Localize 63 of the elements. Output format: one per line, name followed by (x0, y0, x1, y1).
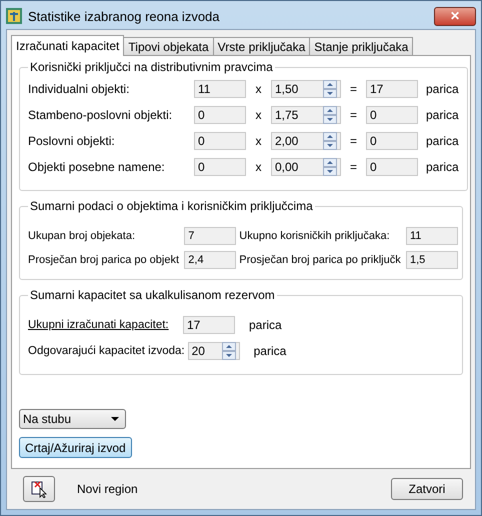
close-dialog-button[interactable]: Zatvori (391, 478, 463, 500)
spin-arrows-icon[interactable] (323, 132, 337, 150)
unit-label: parica (426, 108, 459, 122)
unit-label: parica (254, 344, 286, 358)
spin-arrows-icon[interactable] (222, 342, 236, 360)
field-label: Prosječan broj parica po objekt (28, 254, 180, 266)
tab[interactable]: Tipovi objekata (123, 37, 214, 55)
result-field: 0 (366, 132, 418, 150)
field-label: Stambeno-poslovni objekti: (28, 108, 174, 122)
new-region-button[interactable] (23, 476, 55, 502)
dropdown-arrow-icon (111, 417, 119, 421)
count-field: 11 (194, 80, 246, 98)
value-field: 2,4 (184, 251, 236, 269)
equals-sign: = (348, 108, 358, 122)
tab[interactable]: Izračunati kapacitet (11, 35, 124, 56)
field-label: Ukupan broj objekata: (28, 230, 136, 242)
field-label: Ukupni izračunati kapacitet: (28, 319, 170, 331)
capacity-field: 17 (183, 316, 235, 334)
factor-spinner[interactable]: 2,00 (271, 132, 341, 150)
multiply-sign: x (254, 82, 262, 96)
dropdown[interactable]: Na stubu (19, 409, 126, 429)
tab[interactable]: Stanje priključaka (309, 37, 414, 55)
spin-arrows-icon[interactable] (323, 158, 337, 176)
app-icon (6, 8, 22, 24)
multiply-sign: x (254, 134, 262, 148)
tab[interactable]: Vrste priključaka (212, 37, 310, 55)
count-field: 0 (194, 106, 246, 124)
count-field: 0 (194, 158, 246, 176)
field-label: Ukupno korisničkih priključaka: (239, 230, 391, 242)
value-field: 7 (184, 227, 236, 245)
field-label: Prosječan broj parica po priključk (239, 254, 402, 266)
window-title: Statistike izabranog reona izvoda (28, 8, 221, 24)
unit-label: parica (249, 318, 282, 332)
draw-button[interactable]: Crtaj/Ažuriraj izvod (19, 437, 132, 458)
cursor-icon (30, 480, 48, 498)
multiply-sign: x (254, 160, 262, 174)
equals-sign: = (348, 160, 358, 174)
spin-arrows-icon[interactable] (323, 106, 337, 124)
group-title: Sumarni podaci o objektima i korisničkim priključcima (29, 199, 314, 213)
result-field: 17 (366, 80, 418, 98)
factor-spinner[interactable]: 1,75 (271, 106, 341, 124)
factor-spinner[interactable]: 1,50 (271, 80, 341, 98)
factor-spinner[interactable]: 0,00 (271, 158, 341, 176)
value-field: 1,5 (406, 251, 458, 269)
group-title: Korisnički priključci na distributivnim pravcima (29, 60, 274, 74)
group-title: Sumarni kapacitet sa ukalkulisanom rezervom (29, 288, 276, 302)
new-region-label: Novi region (77, 482, 139, 496)
spin-arrows-icon[interactable] (323, 80, 337, 98)
capacity-spinner[interactable]: 20 (188, 342, 240, 360)
field-label: Poslovni objekti: (28, 134, 116, 148)
equals-sign: = (348, 134, 358, 148)
field-label: Objekti posebne namene: (28, 160, 166, 174)
unit-label: parica (426, 160, 459, 174)
equals-sign: = (348, 82, 358, 96)
count-field: 0 (194, 132, 246, 150)
result-field: 0 (366, 158, 418, 176)
unit-label: parica (426, 134, 459, 148)
value-field: 11 (406, 227, 458, 245)
multiply-sign: x (254, 108, 262, 122)
unit-label: parica (426, 82, 459, 96)
result-field: 0 (366, 106, 418, 124)
field-label: Odgovarajući kapacitet izvoda: (28, 345, 185, 357)
field-label: Individualni objekti: (28, 82, 130, 96)
